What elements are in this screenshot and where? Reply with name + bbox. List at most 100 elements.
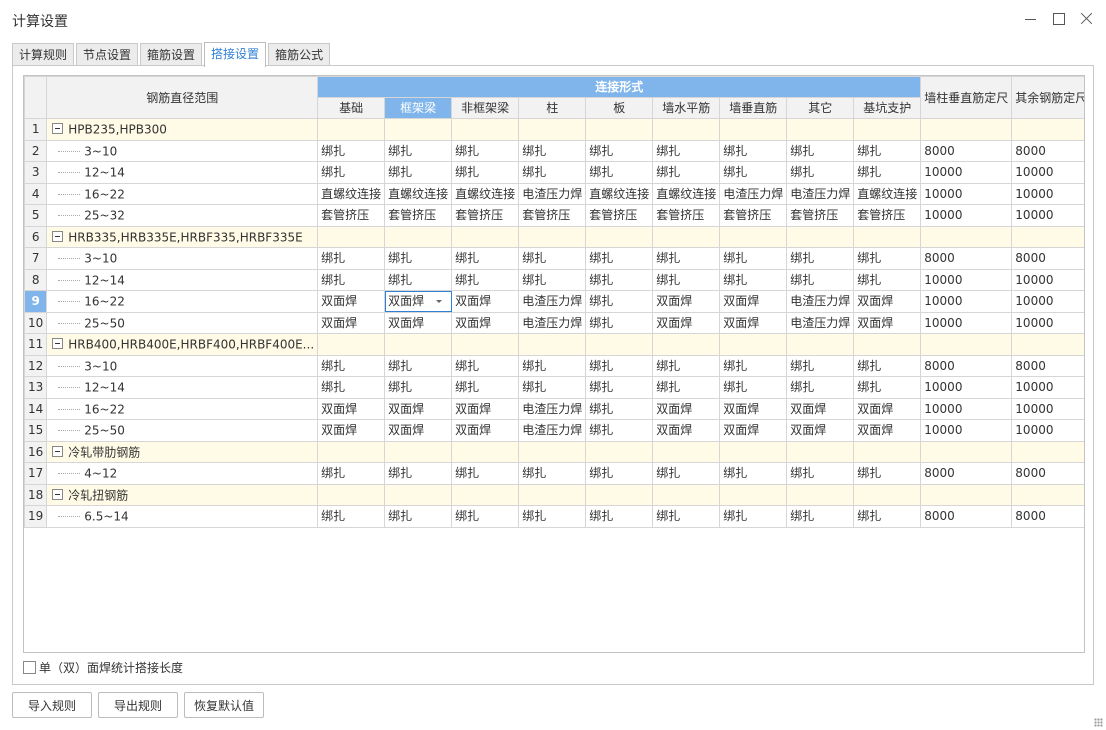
connection-cell[interactable]: 绑扎 xyxy=(451,462,520,485)
connection-cell[interactable]: 绑扎 xyxy=(719,139,788,162)
wall-column-length-cell[interactable]: 10000 xyxy=(920,182,1013,205)
connection-cell[interactable]: 绑扎 xyxy=(384,247,453,270)
connection-cell[interactable] xyxy=(518,440,587,463)
connection-cell[interactable]: 绑扎 xyxy=(719,161,788,184)
connection-cell[interactable]: 绑扎 xyxy=(786,268,855,291)
wall-column-length-cell[interactable]: 10000 xyxy=(920,268,1013,291)
connection-cell[interactable]: 绑扎 xyxy=(853,268,922,291)
other-length-cell[interactable] xyxy=(1011,483,1084,506)
connection-cell[interactable]: 绑扎 xyxy=(384,462,453,485)
dropdown-arrow-icon[interactable] xyxy=(436,300,443,303)
connection-cell[interactable]: 电渣压力焊 xyxy=(518,182,587,205)
table-row[interactable]: 17 4~12 绑扎 绑扎 绑扎 绑扎 绑扎 绑扎 绑扎 绑扎 绑扎 8000 8000 xyxy=(24,462,1084,485)
group-label-cell[interactable]: 冷轧扭钢筋 xyxy=(46,483,319,506)
group-row[interactable]: 1 HPB235,HPB300 xyxy=(24,118,1084,141)
connection-cell[interactable]: 电渣压力焊 xyxy=(786,290,855,313)
connection-cell[interactable]: 双面焊 xyxy=(652,397,721,420)
connection-cell[interactable]: 双面焊 xyxy=(719,311,788,334)
connection-cell[interactable]: 绑扎 xyxy=(652,462,721,485)
header-column-8[interactable]: 基坑支护 xyxy=(853,97,922,119)
tab-0[interactable]: 计算规则 xyxy=(12,43,75,66)
connection-cell[interactable]: 绑扎 xyxy=(853,247,922,270)
other-length-cell[interactable]: 10000 xyxy=(1011,311,1084,334)
other-length-cell[interactable]: 10000 xyxy=(1011,268,1084,291)
connection-cell[interactable]: 绑扎 xyxy=(585,419,654,442)
wall-column-length-cell[interactable]: 10000 xyxy=(920,311,1013,334)
connection-cell[interactable] xyxy=(384,333,453,356)
connection-cell[interactable]: 绑扎 xyxy=(518,505,587,528)
header-column-1[interactable]: 框架梁 xyxy=(384,97,453,119)
connection-cell[interactable] xyxy=(853,483,922,506)
connection-cell[interactable] xyxy=(317,483,386,506)
connection-cell[interactable] xyxy=(585,225,654,248)
connection-cell[interactable]: 双面焊 xyxy=(451,397,520,420)
connection-cell[interactable] xyxy=(384,118,453,141)
row-number[interactable]: 9 xyxy=(24,290,48,313)
other-length-cell[interactable]: 10000 xyxy=(1011,204,1084,227)
wall-column-length-cell[interactable]: 10000 xyxy=(920,161,1013,184)
diameter-range-cell[interactable]: 6.5~14 xyxy=(46,505,319,528)
wall-column-length-cell[interactable] xyxy=(920,118,1013,141)
diameter-range-cell[interactable]: 25~50 xyxy=(46,419,319,442)
connection-cell[interactable]: 绑扎 xyxy=(719,247,788,270)
connection-cell[interactable] xyxy=(853,225,922,248)
connection-cell[interactable]: 绑扎 xyxy=(451,505,520,528)
header-column-5[interactable]: 墙水平筋 xyxy=(652,97,721,119)
row-number[interactable]: 1 xyxy=(24,118,48,141)
connection-cell[interactable]: 绑扎 xyxy=(853,462,922,485)
connection-cell[interactable]: 绑扎 xyxy=(585,505,654,528)
tab-1[interactable]: 节点设置 xyxy=(76,43,139,66)
table-row[interactable]: 3 12~14 绑扎 绑扎 绑扎 绑扎 绑扎 绑扎 绑扎 绑扎 绑扎 10000 10000 xyxy=(24,161,1084,184)
connection-cell[interactable]: 双面焊 xyxy=(451,419,520,442)
connection-cell[interactable]: 套管挤压 xyxy=(719,204,788,227)
connection-cell[interactable] xyxy=(451,333,520,356)
connection-cell[interactable]: 绑扎 xyxy=(786,505,855,528)
connection-cell[interactable]: 绑扎 xyxy=(719,354,788,377)
connection-cell[interactable] xyxy=(451,483,520,506)
connection-cell[interactable] xyxy=(384,225,453,248)
connection-cell[interactable]: 双面焊 xyxy=(384,311,453,334)
connection-cell[interactable]: 直螺纹连接 xyxy=(384,182,453,205)
connection-cell[interactable]: 双面焊 xyxy=(451,290,520,313)
connection-cell[interactable]: 双面焊 xyxy=(786,419,855,442)
other-length-cell[interactable]: 10000 xyxy=(1011,290,1084,313)
connection-cell[interactable] xyxy=(853,440,922,463)
connection-cell[interactable]: 双面焊 xyxy=(719,397,788,420)
wall-column-length-cell[interactable]: 10000 xyxy=(920,376,1013,399)
maximize-icon[interactable] xyxy=(1050,10,1068,28)
connection-cell[interactable]: 双面焊 xyxy=(853,397,922,420)
other-length-cell[interactable]: 8000 xyxy=(1011,247,1084,270)
wall-column-length-cell[interactable]: 10000 xyxy=(920,204,1013,227)
row-number[interactable]: 14 xyxy=(24,397,48,420)
connection-cell[interactable]: 绑扎 xyxy=(451,161,520,184)
row-number[interactable]: 17 xyxy=(24,462,48,485)
connection-cell[interactable]: 套管挤压 xyxy=(317,204,386,227)
collapse-icon[interactable] xyxy=(52,123,64,134)
connection-cell[interactable]: 绑扎 xyxy=(585,161,654,184)
connection-cell[interactable] xyxy=(786,333,855,356)
wall-column-length-cell[interactable]: 8000 xyxy=(920,505,1013,528)
connection-cell[interactable]: 绑扎 xyxy=(786,376,855,399)
connection-cell[interactable] xyxy=(719,225,788,248)
connection-cell[interactable]: 直螺纹连接 xyxy=(585,182,654,205)
connection-cell[interactable]: 电渣压力焊 xyxy=(518,311,587,334)
other-length-cell[interactable]: 10000 xyxy=(1011,376,1084,399)
connection-cell[interactable] xyxy=(652,440,721,463)
collapse-icon[interactable] xyxy=(52,445,64,457)
table-row[interactable]: 2 3~10 绑扎 绑扎 绑扎 绑扎 绑扎 绑扎 绑扎 绑扎 绑扎 8000 8000 xyxy=(24,139,1084,162)
grid-corner[interactable] xyxy=(24,76,48,119)
connection-cell[interactable]: 绑扎 xyxy=(384,161,453,184)
connection-cell[interactable]: 绑扎 xyxy=(786,247,855,270)
header-wall-column-length[interactable]: 墙柱垂直筋定尺 xyxy=(920,76,1013,119)
wall-column-length-cell[interactable] xyxy=(920,225,1013,248)
connection-cell[interactable]: 绑扎 xyxy=(786,462,855,485)
connection-cell[interactable]: 电渣压力焊 xyxy=(518,290,587,313)
connection-cell[interactable]: 双面焊 xyxy=(317,311,386,334)
wall-column-length-cell[interactable] xyxy=(920,483,1013,506)
other-length-cell[interactable]: 8000 xyxy=(1011,462,1084,485)
connection-cell[interactable]: 绑扎 xyxy=(585,139,654,162)
connection-cell[interactable]: 绑扎 xyxy=(451,268,520,291)
connection-cell[interactable] xyxy=(652,333,721,356)
connection-cell[interactable]: 绑扎 xyxy=(317,376,386,399)
connection-cell[interactable]: 绑扎 xyxy=(317,462,386,485)
